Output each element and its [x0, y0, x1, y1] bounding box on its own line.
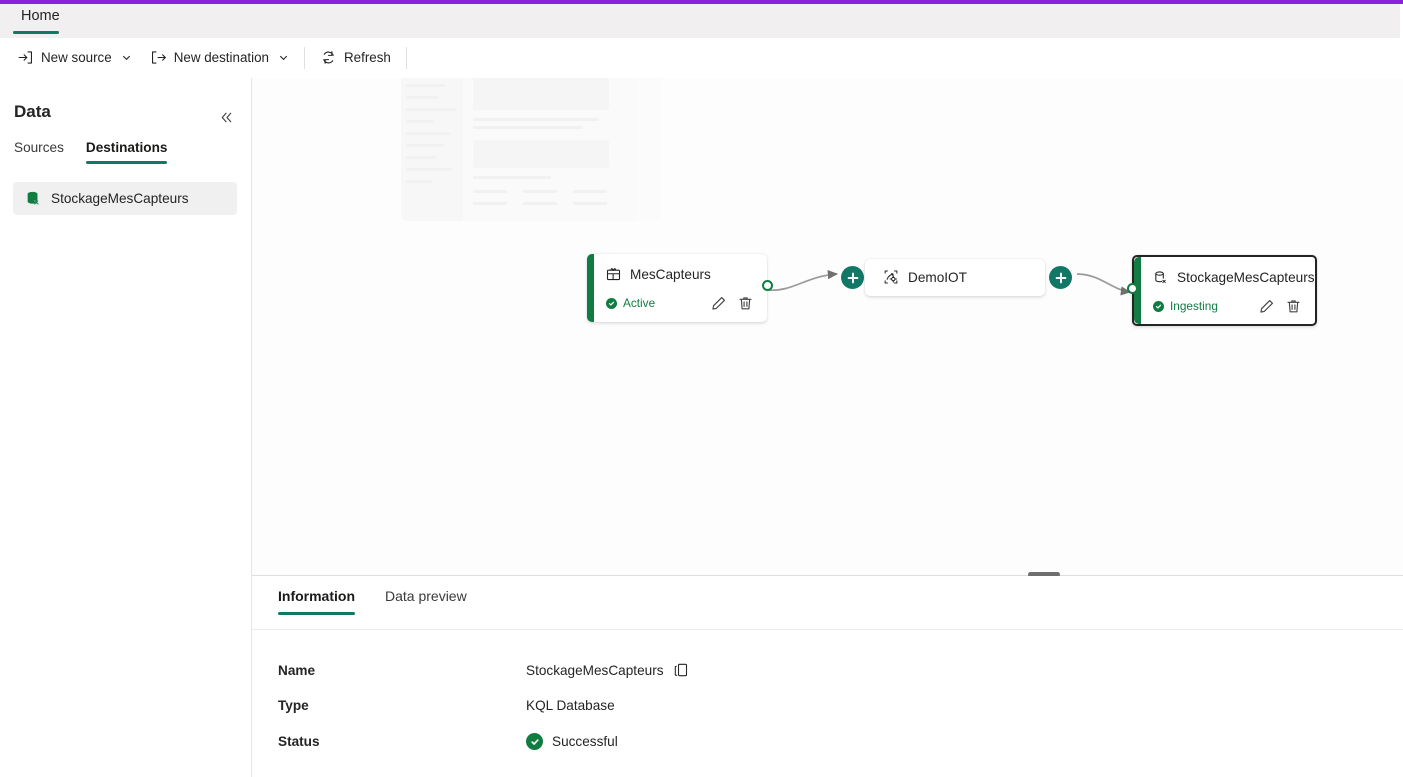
sidebar-item-label: StockageMesCapteurs — [51, 191, 189, 206]
node-actions — [1258, 298, 1302, 315]
trash-icon[interactable] — [1285, 298, 1302, 315]
header-band — [0, 4, 1400, 38]
tab-information[interactable]: Information — [278, 588, 355, 615]
new-source-button[interactable]: New source — [8, 43, 141, 73]
tab-data-preview[interactable]: Data preview — [385, 588, 467, 615]
chevron-double-left-icon — [221, 112, 231, 122]
eventstream-icon — [606, 268, 621, 281]
connector-layer — [768, 270, 1132, 296]
toolbar: New source New destination Refresh — [0, 38, 1400, 77]
app-root: Home New source New destination Refresh … — [0, 0, 1403, 777]
node-mescapteurs[interactable]: MesCapteurs Active — [587, 254, 773, 322]
details-value: StockageMesCapteurs — [526, 662, 689, 678]
refresh-icon — [323, 51, 334, 64]
node-status: Ingesting — [1153, 299, 1218, 313]
details-value: Successful — [526, 733, 618, 750]
add-node-button-1[interactable] — [841, 266, 864, 289]
tab-home[interactable]: Home — [13, 6, 68, 30]
node-status-accent — [587, 254, 594, 322]
database-icon — [27, 191, 39, 205]
details-value-text: Successful — [552, 734, 618, 749]
node-status-label: Active — [623, 296, 656, 310]
eventstream-canvas[interactable]: MesCapteurs Active DemoIOT StockageMesCa… — [251, 78, 1403, 575]
check-circle-icon — [526, 733, 543, 750]
trash-icon[interactable] — [737, 295, 754, 312]
new-destination-button[interactable]: New destination — [141, 43, 298, 73]
pencil-icon[interactable] — [710, 295, 727, 312]
connector-processor-to-destination — [1076, 273, 1132, 296]
sidebar-tab-sources[interactable]: Sources — [14, 140, 64, 164]
node-status-label: Ingesting — [1170, 299, 1218, 313]
node-status: Active — [606, 296, 655, 310]
details-key: Type — [278, 698, 309, 713]
details-row-status: Status Successful — [278, 733, 618, 750]
details-value-text: KQL Database — [526, 698, 615, 713]
arrow-out-of-box-icon — [151, 51, 166, 64]
details-key: Status — [278, 734, 320, 749]
node-stockagemescapteurs[interactable]: StockageMesCapteurs Ingesting — [1127, 255, 1317, 326]
sidebar: Data Sources Destinations StockageMesCap… — [0, 78, 251, 777]
new-destination-label: New destination — [173, 50, 269, 65]
details-tabs: Information Data preview — [278, 588, 467, 615]
sidebar-title: Data — [14, 102, 51, 121]
check-circle-icon — [606, 297, 617, 309]
sidebar-tabs: Sources Destinations — [14, 140, 167, 164]
connector-source-to-processor — [768, 270, 839, 291]
node-header: DemoIOT — [883, 269, 967, 285]
node-header: MesCapteurs — [606, 267, 711, 282]
node-title-label: DemoIOT — [908, 269, 967, 285]
pencil-icon[interactable] — [1258, 298, 1275, 315]
node-header: StockageMesCapteurs — [1153, 270, 1315, 285]
arrow-into-box-icon — [18, 51, 33, 64]
node-title-label: StockageMesCapteurs — [1177, 270, 1315, 285]
sidebar-tab-destinations[interactable]: Destinations — [85, 140, 167, 164]
plus-icon — [847, 272, 858, 283]
new-source-label: New source — [41, 50, 112, 65]
tab-home-indicator — [13, 31, 59, 34]
node-actions — [710, 295, 754, 312]
refresh-label: Refresh — [343, 50, 391, 65]
node-title-label: MesCapteurs — [630, 267, 711, 282]
plus-icon — [1055, 272, 1066, 283]
details-pane: Information Data preview Name StockageMe… — [251, 576, 1403, 777]
details-value: KQL Database — [526, 698, 615, 713]
details-value-text: StockageMesCapteurs — [526, 662, 664, 678]
chevron-down-icon — [279, 55, 288, 61]
details-divider — [252, 629, 1403, 630]
toolbar-divider — [303, 46, 305, 69]
check-circle-icon — [1153, 300, 1164, 312]
chevron-down-icon — [122, 55, 130, 61]
node-input-port[interactable] — [1127, 283, 1138, 294]
sidebar-item-stockagemescapteurs[interactable]: StockageMesCapteurs — [13, 182, 237, 215]
toolbar-divider-2 — [405, 46, 407, 69]
node-demoiot[interactable]: DemoIOT — [865, 259, 1045, 296]
node-output-port[interactable] — [762, 280, 773, 291]
refresh-button[interactable]: Refresh — [311, 43, 400, 73]
add-node-button-2[interactable] — [1049, 266, 1072, 289]
details-row-name: Name StockageMesCapteurs — [278, 662, 689, 678]
sidebar-collapse-button[interactable] — [213, 104, 239, 130]
details-row-type: Type KQL Database — [278, 698, 615, 713]
copy-icon[interactable] — [673, 662, 689, 678]
event-processor-icon — [884, 270, 898, 284]
database-icon — [1155, 271, 1166, 284]
details-key: Name — [278, 662, 316, 678]
